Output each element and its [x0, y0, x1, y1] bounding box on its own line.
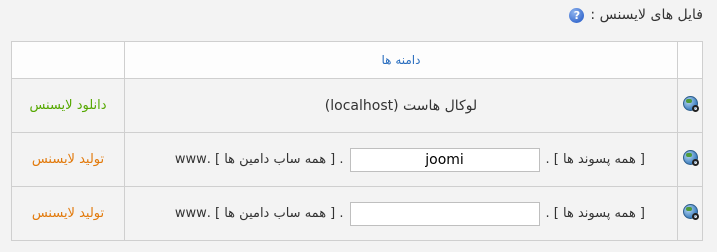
globe-search-icon[interactable] — [682, 150, 699, 166]
globe-search-icon[interactable] — [682, 204, 699, 220]
generate-license-link[interactable]: تولید لایسنس — [32, 152, 104, 167]
table-header-row: دامنه ها — [11, 41, 703, 79]
domain-input[interactable] — [349, 201, 540, 226]
generate-license-link[interactable]: تولید لایسنس — [32, 206, 104, 221]
icon-cell — [677, 132, 703, 187]
action-cell: تولید لایسنس — [11, 186, 125, 241]
action-cell: تولید لایسنس — [11, 132, 125, 187]
download-license-link[interactable]: دانلود لایسنس — [29, 98, 106, 113]
icon-cell — [677, 78, 703, 133]
icon-cell — [677, 186, 703, 241]
domain-cell: [ همه پسوند ها ] . . [ همه ساب دامین ها … — [124, 186, 678, 241]
subdomain-label: . [ همه ساب دامین ها ] .www — [174, 152, 344, 167]
page-title: فایل های لایسنس : — [590, 7, 703, 23]
subdomain-label: . [ همه ساب دامین ها ] .www — [174, 206, 344, 221]
domain-cell: [ همه پسوند ها ] . . [ همه ساب دامین ها … — [124, 132, 678, 187]
domain-cell: لوکال هاست (localhost) — [124, 78, 678, 133]
domain-input[interactable] — [349, 147, 540, 172]
action-cell: دانلود لایسنس — [11, 78, 125, 133]
help-icon[interactable]: ? — [569, 7, 585, 23]
globe-search-icon[interactable] — [682, 96, 699, 112]
column-header-domains: دامنه ها — [124, 41, 678, 79]
domain-text: لوکال هاست (localhost) — [324, 97, 478, 114]
header-icon-cell — [677, 41, 703, 79]
table-row: تولید لایسنس [ همه پسوند ها ] . . [ همه … — [11, 132, 703, 187]
table-row: تولید لایسنس [ همه پسوند ها ] . . [ همه … — [11, 186, 703, 241]
extension-label: [ همه پسوند ها ] . — [545, 206, 645, 221]
page-header: فایل های لایسنس : ? — [569, 4, 703, 26]
extension-label: [ همه پسوند ها ] . — [545, 152, 645, 167]
table-row: دانلود لایسنس لوکال هاست (localhost) — [11, 78, 703, 133]
licenses-table: دامنه ها دانلود لایسنس لوکال هاست (local… — [11, 41, 703, 241]
header-action-cell — [11, 41, 125, 79]
